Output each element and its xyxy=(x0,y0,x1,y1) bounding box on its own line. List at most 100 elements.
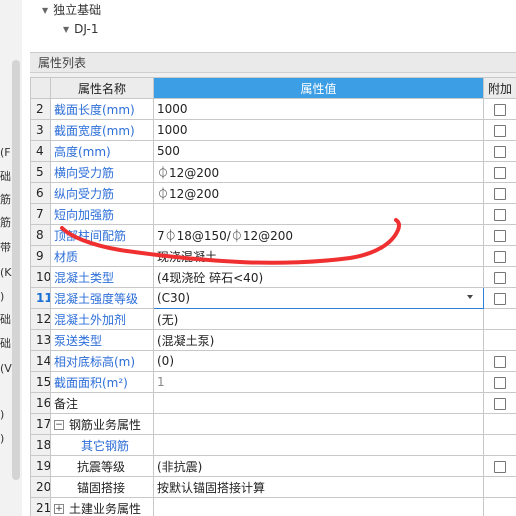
table-row[interactable]: 5 横向受力筋 ⏀12@200 xyxy=(30,161,516,183)
header-attach[interactable]: 附加 xyxy=(483,77,516,99)
table-row[interactable]: 9 材质 现浇混凝土 xyxy=(30,245,516,267)
property-name-cell: 混凝土外加剂 xyxy=(50,308,154,330)
left-scrollbar[interactable] xyxy=(12,60,20,480)
property-name: 土建业务属性 xyxy=(69,501,142,516)
property-value[interactable]: 现浇混凝土 xyxy=(153,245,484,267)
row-index: 6 xyxy=(30,182,51,204)
property-value[interactable]: (非抗震) xyxy=(153,455,484,477)
row-index: 7 xyxy=(30,203,51,225)
header-property-value[interactable]: 属性值 xyxy=(153,77,484,99)
attach-checkbox[interactable] xyxy=(494,397,506,410)
property-value[interactable]: 500 xyxy=(153,140,484,162)
table-row[interactable]: 2 截面长度(mm) 1000 xyxy=(30,98,516,120)
chevron-down-icon[interactable]: ▼ xyxy=(63,25,69,34)
property-value[interactable]: (无) xyxy=(153,308,484,330)
property-value[interactable] xyxy=(153,434,484,456)
attach-checkbox[interactable] xyxy=(494,103,506,116)
property-name-cell: 抗震等级 xyxy=(50,455,154,477)
left-label: ) xyxy=(0,408,5,421)
row-index: 16 xyxy=(30,392,51,414)
row-index: 17 xyxy=(30,413,51,435)
table-row[interactable]: 15 截面面积(m²) 1 xyxy=(30,371,516,393)
attach-checkbox[interactable] xyxy=(494,166,506,179)
left-label: 筋 xyxy=(0,193,11,206)
property-value-text: ⏀12@200 xyxy=(157,165,220,180)
attach-checkbox[interactable] xyxy=(494,250,506,263)
table-row[interactable]: 16 备注 xyxy=(30,392,516,414)
row-index: 12 xyxy=(30,308,51,330)
property-value[interactable]: 1 xyxy=(153,371,484,393)
attach-checkbox[interactable] xyxy=(494,229,506,242)
property-value[interactable] xyxy=(153,413,484,435)
property-name-cell: 顶部柱间配筋 xyxy=(50,224,154,246)
table-row[interactable]: 21 + 土建业务属性 xyxy=(30,497,516,516)
table-row[interactable]: 12 混凝土外加剂 (无) xyxy=(30,308,516,330)
row-index: 14 xyxy=(30,350,51,372)
table-row[interactable]: 3 截面宽度(mm) 1000 xyxy=(30,119,516,141)
table-row[interactable]: 20 锚固搭接 按默认锚固搭接计算 xyxy=(30,476,516,498)
property-value[interactable] xyxy=(153,392,484,414)
tree-node-label: DJ-1 xyxy=(74,22,99,36)
property-value-text: 500 xyxy=(157,144,180,158)
property-value[interactable]: (混凝土泵) xyxy=(153,329,484,351)
attach-checkbox[interactable] xyxy=(494,145,506,158)
property-name: 混凝土强度等级 xyxy=(54,291,139,306)
property-value[interactable]: ⏀12@200 xyxy=(153,161,484,183)
property-name-cell: − 钢筋业务属性 xyxy=(50,413,154,435)
property-value[interactable]: (0) xyxy=(153,350,484,372)
table-row[interactable]: 13 泵送类型 (混凝土泵) xyxy=(30,329,516,351)
property-value[interactable]: 7⏀18@150/⏀12@200 xyxy=(153,224,484,246)
dropdown-arrow-icon[interactable] xyxy=(467,295,473,299)
row-index: 8 xyxy=(30,224,51,246)
property-name: 纵向受力筋 xyxy=(54,186,115,201)
table-row[interactable]: 4 高度(mm) 500 xyxy=(30,140,516,162)
strength-grade-select[interactable]: (C30) xyxy=(153,287,484,309)
property-name-cell: 锚固搭接 xyxy=(50,476,154,498)
attach-checkbox[interactable] xyxy=(494,376,506,389)
row-index: 11 xyxy=(30,287,51,309)
table-row[interactable]: 14 相对底标高(m) (0) xyxy=(30,350,516,372)
table-row[interactable]: 6 纵向受力筋 ⏀12@200 xyxy=(30,182,516,204)
attach-cell xyxy=(483,350,516,372)
property-name: 混凝土外加剂 xyxy=(54,312,127,327)
table-row[interactable]: 10 混凝土类型 (4现浇砼 碎石<40) xyxy=(30,266,516,288)
table-row[interactable]: 18 其它钢筋 xyxy=(30,434,516,456)
header-property-name[interactable]: 属性名称 xyxy=(50,77,154,99)
attach-checkbox[interactable] xyxy=(494,208,506,221)
left-label: 础 xyxy=(0,337,11,350)
attach-checkbox[interactable] xyxy=(494,355,506,368)
attach-checkbox[interactable] xyxy=(494,271,506,284)
property-value[interactable] xyxy=(153,203,484,225)
property-value[interactable]: 1000 xyxy=(153,119,484,141)
property-value[interactable]: (4现浇砼 碎石<40) xyxy=(153,266,484,288)
attach-checkbox[interactable] xyxy=(494,292,506,305)
table-row[interactable]: 11混凝土强度等级 (C30) xyxy=(30,287,516,309)
collapse-icon[interactable]: − xyxy=(54,420,64,430)
property-value[interactable]: 按默认锚固搭接计算 xyxy=(153,476,484,498)
left-label: (K xyxy=(0,266,12,279)
property-value-text: (无) xyxy=(157,312,179,327)
left-label: ) xyxy=(0,432,5,445)
attach-checkbox[interactable] xyxy=(494,460,506,473)
attach-checkbox[interactable] xyxy=(494,124,506,137)
table-row[interactable]: 17− 钢筋业务属性 xyxy=(30,413,516,435)
table-row[interactable]: 7 短向加强筋 xyxy=(30,203,516,225)
property-value[interactable]: ⏀12@200 xyxy=(153,182,484,204)
chevron-down-icon[interactable]: ▼ xyxy=(42,6,48,15)
row-index: 18 xyxy=(30,434,51,456)
left-sidebar-strip: (F 础 筋 筋 带 (K ) 础 础 (V ) ) xyxy=(0,0,22,516)
expand-icon[interactable]: + xyxy=(54,504,64,514)
property-value-text: 7⏀18@150/⏀12@200 xyxy=(157,228,294,243)
table-row[interactable]: 19 抗震等级 (非抗震) xyxy=(30,455,516,477)
attach-cell xyxy=(483,329,516,351)
row-index: 2 xyxy=(30,98,51,120)
attach-checkbox[interactable] xyxy=(494,187,506,200)
property-value[interactable] xyxy=(153,497,484,516)
attach-cell xyxy=(483,371,516,393)
table-row[interactable]: 8 顶部柱间配筋 7⏀18@150/⏀12@200 xyxy=(30,224,516,246)
property-value[interactable]: 1000 xyxy=(153,98,484,120)
tree-node-independent-foundation[interactable]: ▼ 独立基础 xyxy=(42,1,101,18)
tree-node-dj1[interactable]: ▼ DJ-1 xyxy=(63,22,98,36)
property-value-text: (4现浇砼 碎石<40) xyxy=(157,270,264,285)
attach-cell xyxy=(483,392,516,414)
